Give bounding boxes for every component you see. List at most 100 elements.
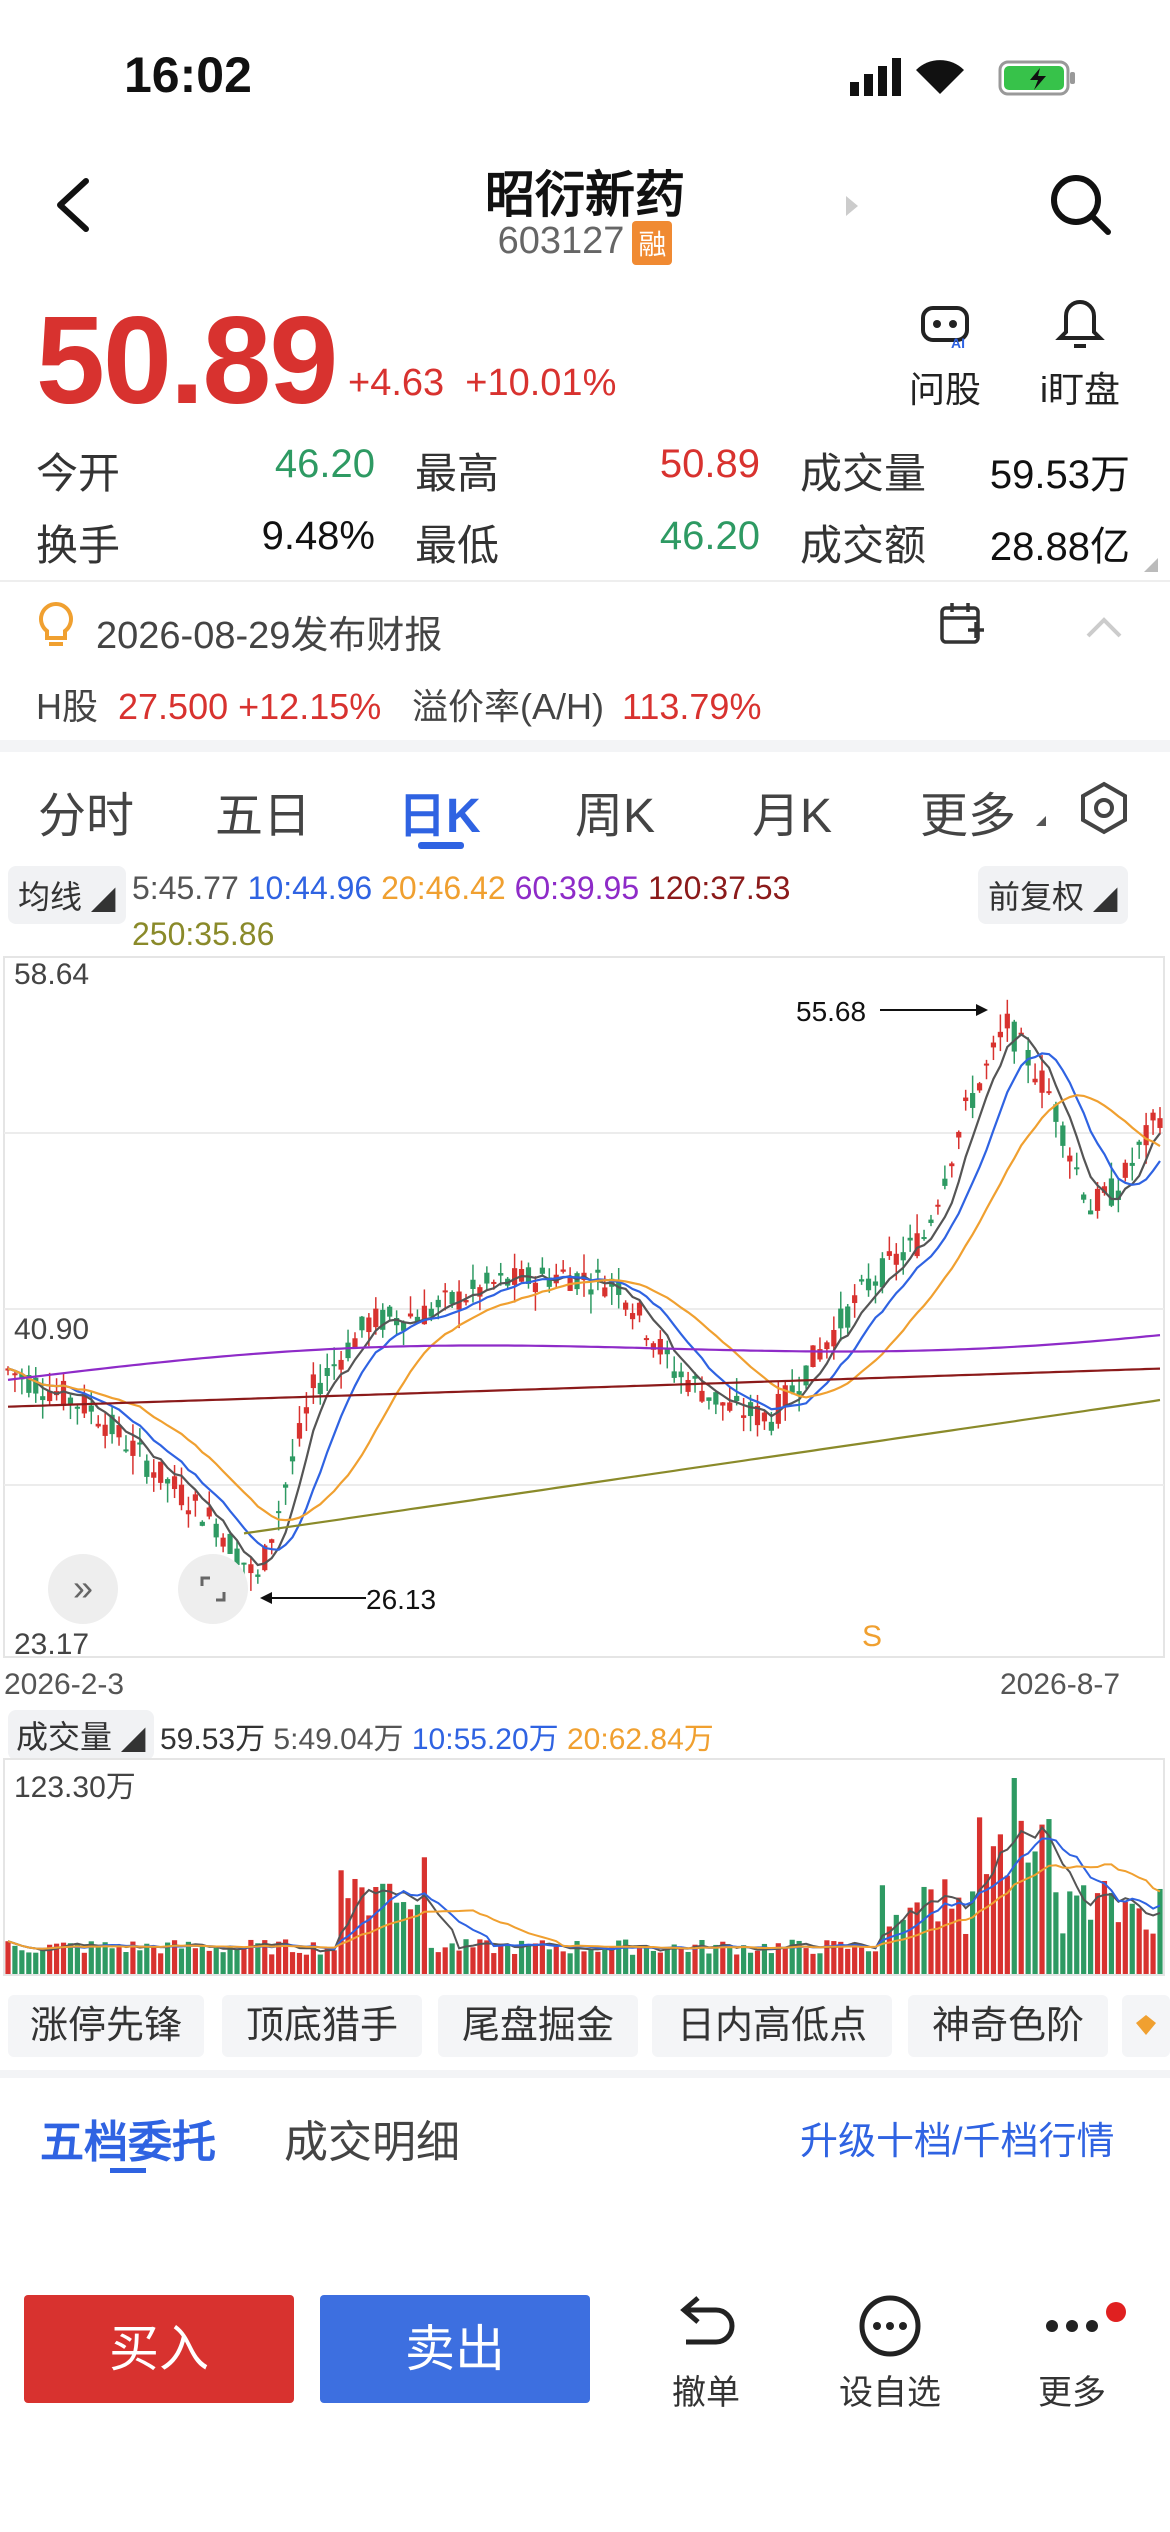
candle-body — [532, 1282, 539, 1293]
volume-bar — [456, 1950, 462, 1974]
candle-body — [706, 1397, 712, 1401]
tab-five-day[interactable]: 五日 — [215, 776, 311, 846]
func-color-scale[interactable]: 神奇色阶 — [908, 1995, 1108, 2057]
candle-body — [747, 1402, 754, 1417]
volume-bar — [394, 1902, 400, 1974]
next-stock-icon[interactable] — [842, 192, 862, 220]
settings-hex-icon[interactable] — [1076, 780, 1132, 836]
status-icons — [850, 58, 1075, 96]
func-top-bottom[interactable]: 顶底猎手 — [222, 1995, 422, 2057]
premium-row: 溢价率(A/H) 113.79% — [412, 678, 761, 730]
candle-body — [1129, 1162, 1135, 1166]
sell-button[interactable]: 卖出 — [320, 2295, 590, 2403]
volume-bar — [525, 1944, 532, 1974]
func-intraday-hl[interactable]: 日内高低点 — [652, 1995, 892, 2057]
volume-chart[interactable] — [0, 1758, 1170, 1978]
candle-body — [720, 1402, 726, 1406]
upgrade-link[interactable]: 升级十档/千档行情 — [800, 2110, 1115, 2165]
volume-bar — [220, 1952, 226, 1974]
candle-body — [858, 1279, 865, 1282]
candle-body — [498, 1273, 504, 1276]
earnings-notice[interactable]: 2026-08-29发布财报 — [96, 604, 442, 659]
fullscreen-button[interactable] — [178, 1554, 248, 1624]
add-watchlist-button[interactable]: 设自选 — [830, 2290, 950, 2414]
volume-bar — [879, 1885, 886, 1974]
volume-selector[interactable]: 成交量 ◢ — [8, 1710, 154, 1760]
tab-order-book[interactable]: 五档委托 — [40, 2106, 216, 2170]
collapse-icon[interactable] — [1084, 612, 1124, 642]
more-dropdown-icon — [1036, 816, 1046, 826]
volume-bar — [636, 1948, 643, 1974]
expand-panel-icon[interactable]: » — [48, 1554, 118, 1624]
volume-bar — [1060, 1933, 1066, 1974]
candle-body — [158, 1461, 164, 1483]
volume-bar — [303, 1954, 310, 1974]
candle-body — [123, 1449, 129, 1452]
divider — [0, 580, 1170, 582]
candle-body — [130, 1440, 136, 1456]
candle-body — [907, 1237, 913, 1241]
candle-body — [1060, 1125, 1066, 1146]
func-close-gold[interactable]: 尾盘掘金 — [438, 1995, 638, 2057]
volume-bar — [26, 1952, 32, 1974]
tab-trade-details[interactable]: 成交明细 — [284, 2106, 460, 2170]
candle-body — [331, 1364, 337, 1367]
candle-body — [983, 1063, 990, 1066]
h-share-price: 27.500 — [118, 686, 229, 727]
volume-bar — [727, 1945, 733, 1974]
candle-body — [997, 1031, 1003, 1038]
volume-bar — [858, 1947, 865, 1974]
volume-bar — [12, 1945, 18, 1974]
candle-body — [1004, 1013, 1010, 1029]
ask-stock-button[interactable]: AI 问股 — [890, 296, 1000, 413]
buy-button[interactable]: 买入 — [24, 2295, 294, 2403]
ma60-value: 60:39.95 — [514, 870, 640, 906]
candle-body — [824, 1342, 830, 1350]
tab-daily-k[interactable]: 日K — [398, 776, 481, 846]
candle-body — [12, 1373, 18, 1376]
candle-body — [185, 1510, 192, 1515]
volume-bar — [380, 1883, 386, 1974]
candle-body — [88, 1405, 94, 1412]
candle-body — [359, 1316, 365, 1331]
tab-weekly-k[interactable]: 周K — [575, 776, 655, 846]
candle-body — [831, 1329, 837, 1347]
high-marker-label: 55.68 — [796, 996, 867, 1027]
tab-intraday[interactable]: 分时 — [38, 776, 134, 846]
volume-bar — [116, 1945, 122, 1974]
candle-body — [484, 1272, 490, 1284]
more-circle-icon — [859, 2295, 921, 2357]
tab-monthly-k[interactable]: 月K — [752, 776, 832, 846]
func-limit-up[interactable]: 涨停先锋 — [8, 1995, 204, 2057]
ask-stock-label: 问股 — [908, 369, 981, 410]
candle-body — [171, 1476, 178, 1490]
ma-selector[interactable]: 均线 ◢ — [8, 866, 126, 924]
candlestick-chart[interactable] — [0, 955, 1170, 1660]
candle-body — [602, 1287, 608, 1297]
volume-bar — [1074, 1895, 1080, 1974]
more-menu-button[interactable]: 更多 — [1012, 2290, 1132, 2414]
cancel-order-button[interactable]: 撤单 — [646, 2290, 766, 2414]
tab-more[interactable]: 更多 — [920, 776, 1016, 846]
adjust-selector[interactable]: 前复权 ◢ — [978, 866, 1128, 924]
volume-bar — [1157, 1888, 1163, 1974]
volume-bar — [331, 1950, 337, 1974]
expand-corner-icon[interactable] — [1142, 556, 1160, 574]
volume-bar — [74, 1943, 80, 1974]
turnover-label: 换手 — [36, 522, 121, 569]
volume-bar — [213, 1947, 219, 1974]
candle-body — [1136, 1141, 1142, 1145]
search-icon[interactable] — [1048, 172, 1114, 238]
stock-code-line: 603127 融 — [0, 220, 1170, 265]
func-more-chip[interactable] — [1122, 1995, 1170, 2057]
calendar-add-icon[interactable] — [938, 600, 986, 648]
bell-icon — [1055, 299, 1105, 348]
volume-bar — [734, 1954, 740, 1974]
watch-button[interactable]: i盯盘 — [1020, 296, 1140, 413]
stock-name: 昭衍新药 — [485, 167, 685, 223]
candle-body — [879, 1258, 886, 1288]
low-label: 最低 — [415, 522, 500, 569]
section-gap — [0, 740, 1170, 752]
last-price: 50.89 — [36, 292, 338, 430]
wifi-icon — [916, 60, 964, 94]
